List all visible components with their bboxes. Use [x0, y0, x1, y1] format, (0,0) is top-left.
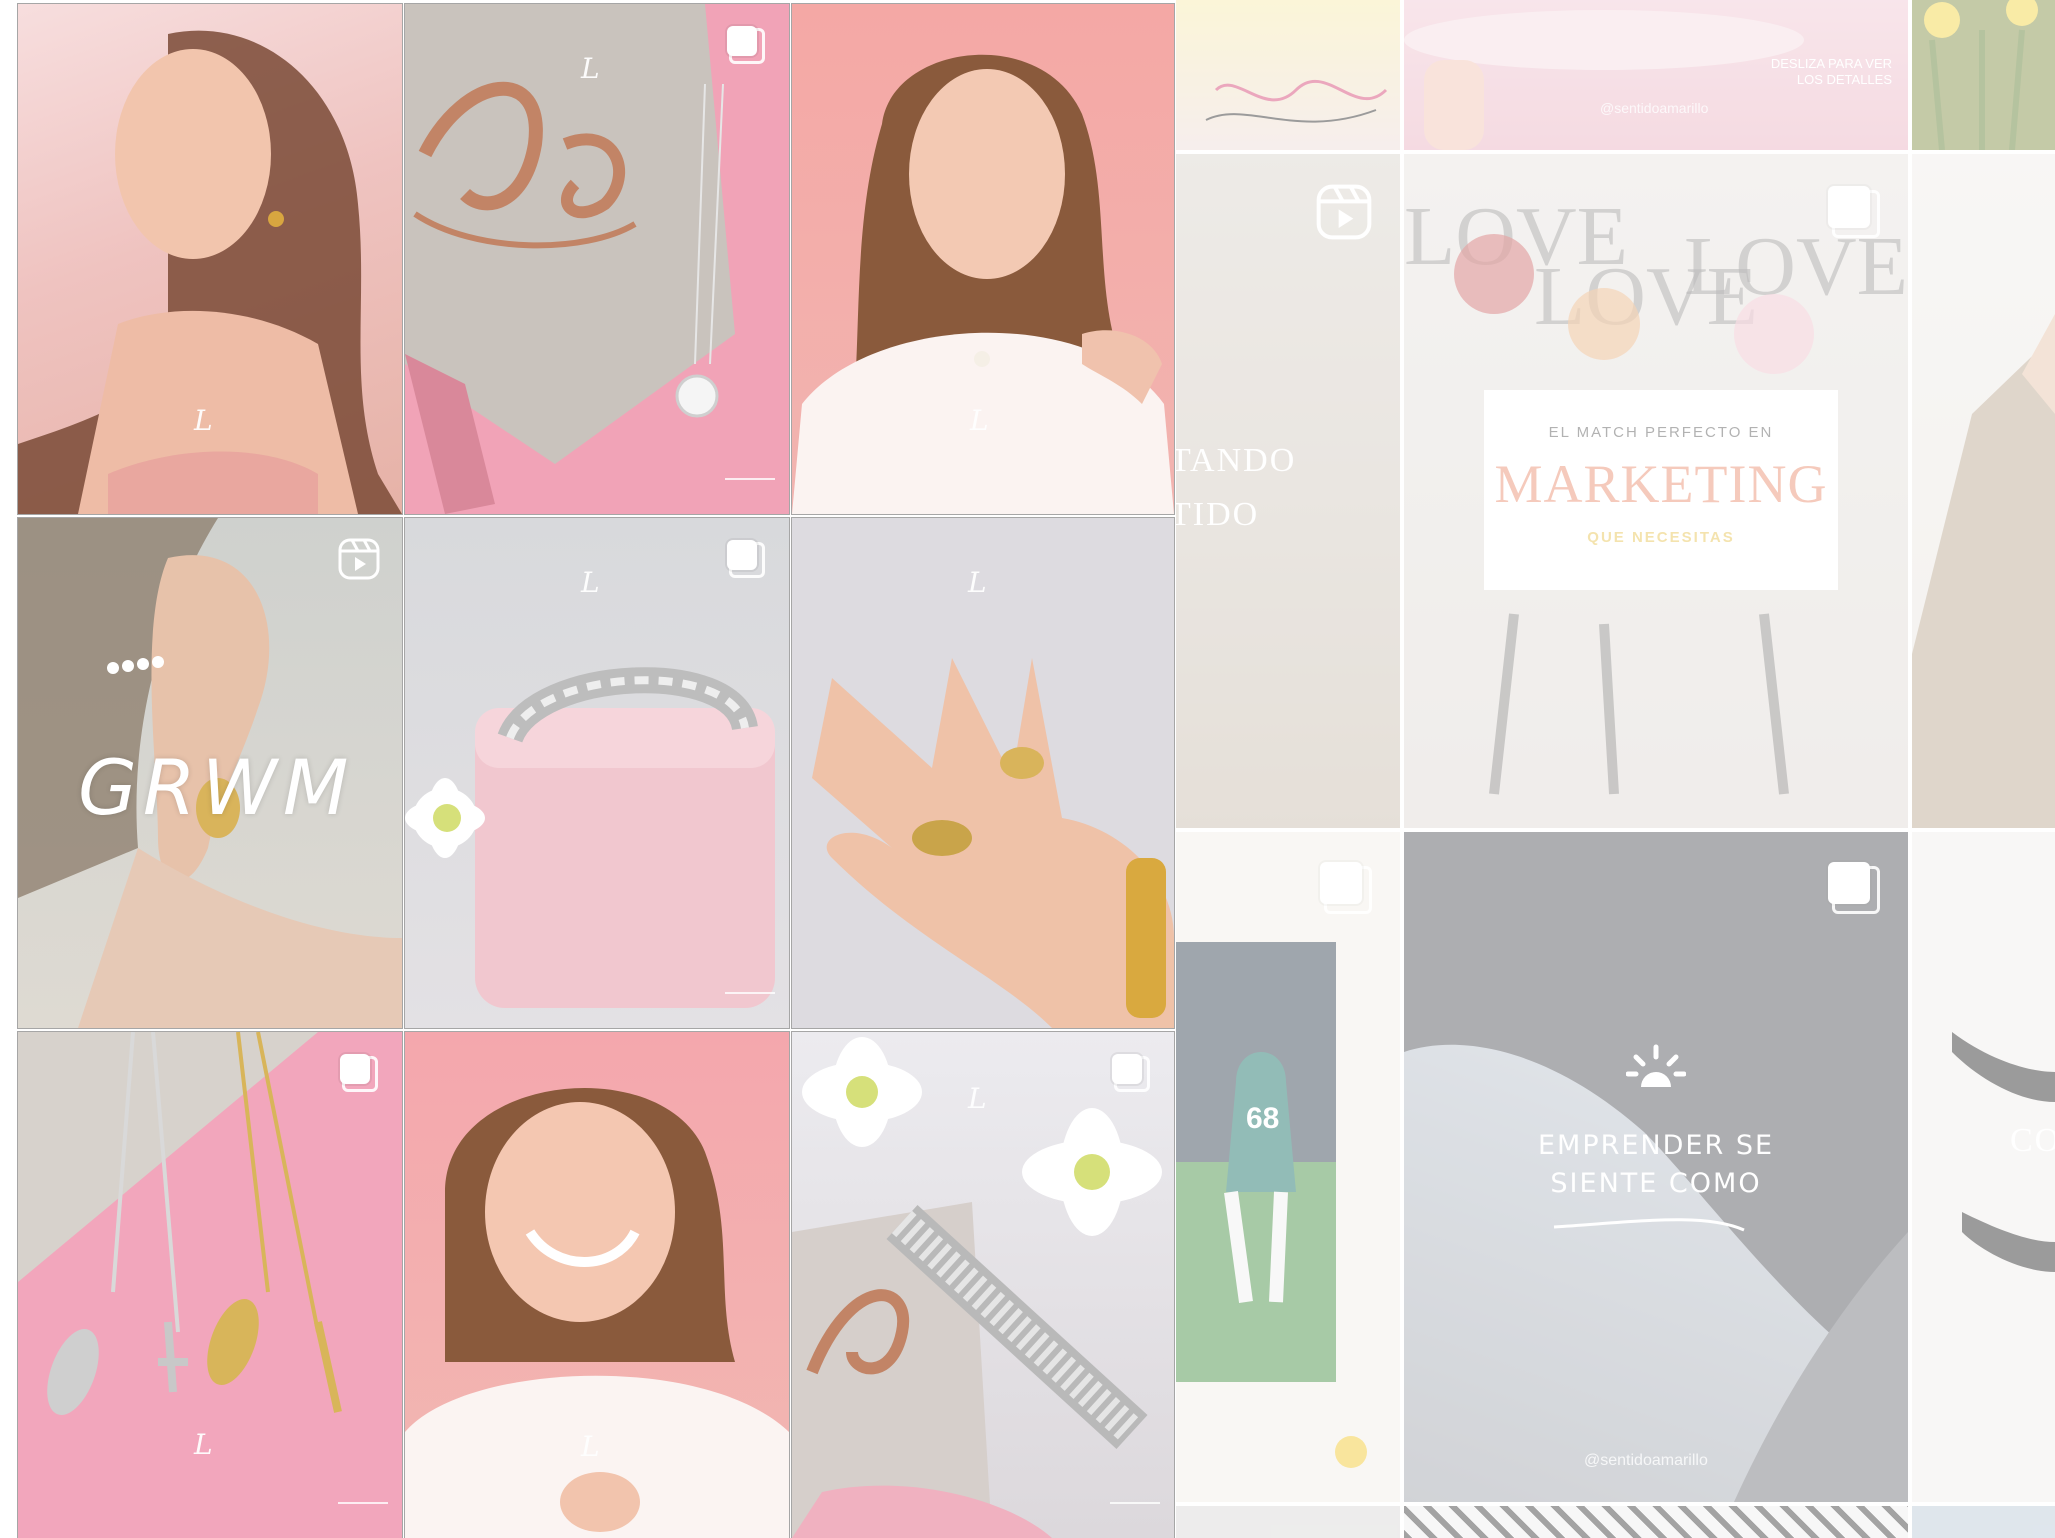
marketing-sub-line: QUE NECESITAS: [1587, 529, 1735, 546]
reel-icon: [338, 538, 380, 580]
carousel-icon: [727, 26, 765, 64]
partial-title-line-2: TIDO: [1176, 496, 1260, 533]
suit-illustration: [1912, 314, 2055, 828]
post-partial-top-2[interactable]: DESLIZA PARA VER LOS DETALLES @sentidoam…: [1404, 0, 1908, 150]
portrait-illustration: [792, 54, 1174, 514]
post-portrait-white-shirt[interactable]: L: [792, 4, 1174, 514]
sun-icon: [1626, 1044, 1686, 1087]
marketing-card: EL MATCH PERFECTO EN MARKETING QUE NECES…: [1484, 390, 1838, 590]
brand-mark: L: [968, 566, 987, 599]
carousel-icon: [727, 540, 765, 578]
carousel-icon: [1320, 862, 1372, 914]
post-partial-suit[interactable]: [1912, 154, 2055, 828]
post-partial-top-1[interactable]: [1176, 0, 1400, 150]
marketing-headline: MARKETING: [1494, 454, 1828, 514]
post-watch-bracelet[interactable]: L: [792, 1032, 1174, 1538]
post-partial-bottom-3[interactable]: [1912, 1506, 2055, 1538]
carousel-icon: [1828, 186, 1880, 238]
post-marketing-flowers[interactable]: LOVE LOVE LOVE EL MATCH PERFECTO EN MARK…: [1404, 154, 1908, 828]
post-portrait-earrings[interactable]: L: [18, 4, 402, 514]
marketing-top-line: EL MATCH PERFECTO EN: [1548, 424, 1774, 441]
emprender-line-1: EMPRENDER SE: [1537, 1130, 1775, 1161]
post-partial-bottom-2[interactable]: [1404, 1506, 1908, 1538]
post-emprender[interactable]: EMPRENDER SE SIENTE COMO @sentidoamarill…: [1404, 832, 1908, 1502]
brand-mark: L: [581, 566, 600, 599]
post-partial-top-3[interactable]: [1912, 0, 2055, 150]
partial-title-line-1: TANDO: [1176, 442, 1297, 479]
carousel-icon: [340, 1054, 378, 1092]
emprender-line-2: SIENTE COMO: [1550, 1168, 1762, 1199]
post-bracelet-box[interactable]: L: [405, 518, 789, 1028]
carousel-icon: [1112, 1054, 1150, 1092]
swipe-hint: DESLIZA PARA VER LOS DETALLES: [1771, 56, 1892, 88]
swipe-indicator: [725, 992, 775, 994]
swipe-indicator: [338, 1502, 388, 1504]
brand-mark: L: [581, 1430, 600, 1463]
swipe-indicator: [725, 478, 775, 480]
portrait-illustration: [18, 30, 402, 514]
swipe-indicator: [1110, 1502, 1160, 1504]
emprender-text: EMPRENDER SE SIENTE COMO: [1404, 1127, 1908, 1203]
post-ring-hand[interactable]: L: [792, 518, 1174, 1028]
handle-text: @sentidoamarillo: [1600, 100, 1709, 116]
handle-text: @sentidoamarillo: [1584, 1452, 1708, 1469]
brand-mark: L: [581, 52, 600, 85]
post-necklace-box[interactable]: L: [405, 4, 789, 514]
post-cutlery-necklaces[interactable]: L: [18, 1032, 402, 1538]
flowers-illustration: [1924, 0, 2038, 150]
jersey-number: 68: [1246, 1102, 1280, 1135]
carousel-icon: [1828, 862, 1880, 914]
reel-icon: [1316, 184, 1372, 240]
graffiti-illustration: [1205, 79, 1388, 123]
football-illustration: [1176, 942, 1367, 1468]
partial-title: TANDO TIDO: [1176, 434, 1296, 542]
post-partial-football[interactable]: 68: [1176, 832, 1400, 1502]
grwm-title: GRWM: [78, 743, 355, 832]
brand-mark: L: [194, 404, 213, 437]
post-partial-heels[interactable]: CO: [1912, 832, 2055, 1502]
brand-mark: L: [194, 1428, 213, 1461]
post-portrait-smiling[interactable]: L: [405, 1032, 789, 1538]
brand-mark: L: [968, 1082, 987, 1115]
cutlery-illustration: [18, 1032, 342, 1415]
reel-grwm[interactable]: GRWM: [18, 518, 402, 1028]
brand-mark: L: [970, 404, 989, 437]
swipe-hint-line-2: LOS DETALLES: [1796, 72, 1892, 87]
partial-title-co: CO: [2010, 1122, 2055, 1159]
reel-partial-beach[interactable]: TANDO TIDO: [1176, 154, 1400, 828]
swipe-hint-line-1: DESLIZA PARA VER: [1770, 56, 1892, 71]
post-partial-bottom-1[interactable]: [1176, 1506, 1400, 1538]
heels-illustration: [1952, 1032, 2055, 1272]
